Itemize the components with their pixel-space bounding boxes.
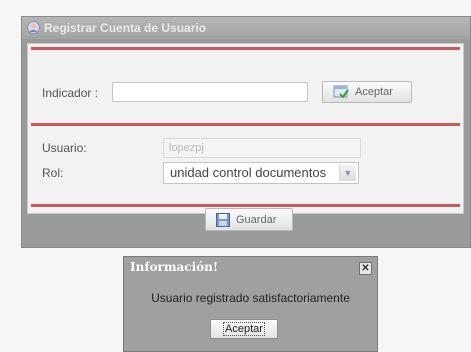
- accept-icon: [333, 85, 349, 99]
- chevron-down-icon[interactable]: ▼: [339, 165, 356, 181]
- indicador-input[interactable]: [112, 82, 308, 102]
- divider-middle: [31, 123, 460, 126]
- rol-select[interactable]: unidad control documentos ▼: [163, 162, 359, 184]
- window-titlebar: Registrar Cuenta de Usuario: [22, 17, 470, 39]
- info-dialog: Información! ✕ Usuario registrado satisf…: [123, 256, 378, 352]
- close-icon[interactable]: ✕: [359, 262, 372, 275]
- rol-label: Rol:: [42, 166, 64, 180]
- indicador-aceptar-button[interactable]: Aceptar: [322, 81, 412, 103]
- info-dialog-title: Información!: [130, 260, 219, 274]
- indicador-label: Indicador :: [42, 86, 99, 100]
- user-icon: [27, 21, 40, 34]
- info-dialog-aceptar-label: Aceptar: [223, 322, 265, 336]
- register-account-window: Registrar Cuenta de Usuario Indicador : …: [21, 16, 471, 248]
- save-icon: [216, 213, 230, 227]
- usuario-input: lopezpj: [163, 138, 361, 158]
- indicador-aceptar-label: Aceptar: [355, 86, 393, 98]
- usuario-label: Usuario:: [42, 141, 87, 155]
- info-dialog-message: Usuario registrado satisfactoriamente: [151, 291, 350, 305]
- window-title: Registrar Cuenta de Usuario: [44, 21, 207, 35]
- rol-selected-value: unidad control documentos: [170, 165, 327, 180]
- divider-top: [31, 47, 460, 50]
- guardar-button[interactable]: Guardar: [205, 208, 293, 231]
- info-dialog-aceptar-button[interactable]: Aceptar: [210, 319, 278, 339]
- guardar-row: Guardar: [22, 204, 470, 244]
- form-panel: Indicador : Aceptar Usuario: lopezpj Rol…: [27, 43, 464, 214]
- guardar-label: Guardar: [236, 214, 277, 226]
- usuario-value: lopezpj: [169, 142, 204, 154]
